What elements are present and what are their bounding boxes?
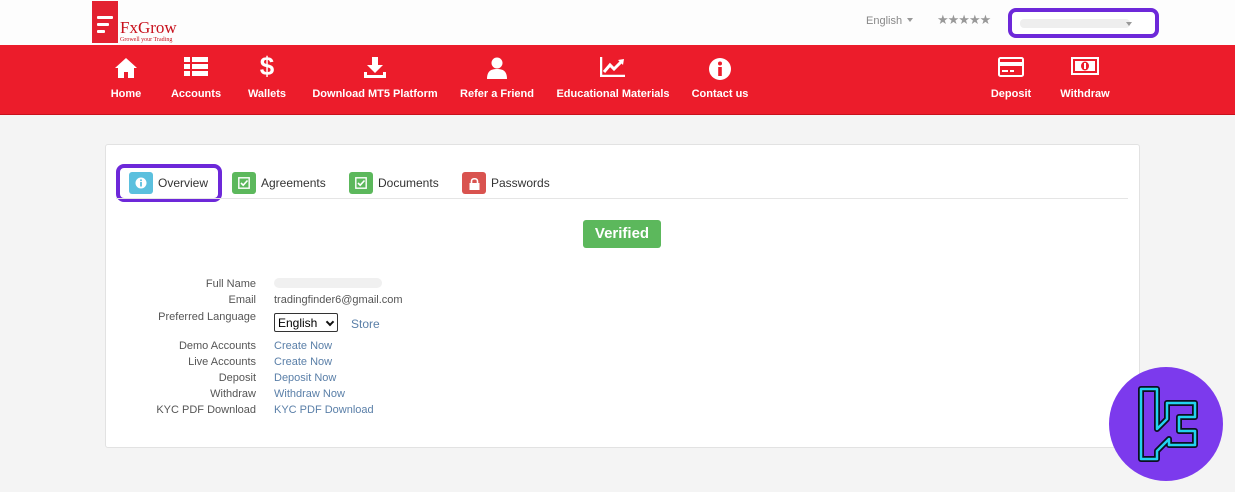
nav-download-mt5[interactable]: Download MT5 Platform	[312, 45, 438, 115]
full-name-value	[274, 278, 382, 288]
info-icon	[129, 172, 153, 194]
brand-tagline: Growell your Trading	[120, 37, 173, 43]
nav-wallets[interactable]: $ Wallets	[245, 45, 289, 115]
email-value: tradingfinder6@gmail.com	[274, 294, 403, 306]
withdraw-now-link[interactable]: Withdraw Now	[274, 388, 345, 400]
fxgrow-logo[interactable]: FxGrow Growell your Trading	[92, 1, 187, 43]
store-language-button[interactable]: Store	[351, 317, 380, 331]
profile-tabs: Overview Agreements Documents Passwords	[106, 145, 1139, 202]
card-icon	[998, 57, 1024, 77]
demo-accounts-create-link[interactable]: Create Now	[274, 340, 332, 352]
money-icon	[1071, 57, 1099, 75]
chevron-down-icon	[907, 18, 914, 22]
demo-accounts-label: Demo Accounts	[178, 340, 256, 352]
nav-label: Educational Materials	[556, 88, 670, 100]
preferred-language-select[interactable]: English	[274, 313, 338, 332]
account-selector-value	[1020, 19, 1130, 28]
deposit-now-link[interactable]: Deposit Now	[274, 372, 336, 384]
tab-label: Documents	[378, 176, 439, 190]
account-selector[interactable]	[1008, 8, 1159, 38]
nav-label: Withdraw	[1060, 88, 1110, 100]
user-icon	[487, 57, 507, 79]
watermark-logo	[1109, 367, 1223, 481]
check-icon	[232, 172, 256, 194]
info-icon	[709, 58, 731, 80]
nav-refer-friend[interactable]: Refer a Friend	[459, 45, 535, 115]
nav-deposit[interactable]: Deposit	[988, 45, 1034, 115]
nav-label: Accounts	[170, 88, 222, 100]
verified-badge: Verified	[583, 220, 661, 248]
logo-mark	[92, 1, 118, 43]
nav-home[interactable]: Home	[105, 45, 147, 115]
brand-name: FxGrow	[120, 18, 177, 37]
live-accounts-label: Live Accounts	[188, 356, 256, 368]
nav-label: Deposit	[990, 88, 1032, 100]
tab-label: Overview	[158, 176, 209, 190]
preferred-language-label: Preferred Language	[158, 311, 256, 323]
language-switcher[interactable]: English	[866, 15, 914, 27]
chart-icon	[600, 57, 625, 77]
rating-stars: ★★★★★	[937, 12, 991, 27]
language-label: English	[866, 15, 903, 27]
tabs-divider	[116, 198, 1128, 199]
check-icon	[349, 172, 373, 194]
main-nav: Home Accounts $ Wallets Download MT5 Pla…	[0, 45, 1235, 115]
full-name-label: Full Name	[205, 278, 256, 290]
home-icon	[115, 58, 137, 78]
nav-accounts[interactable]: Accounts	[168, 45, 224, 115]
nav-label: Refer a Friend	[460, 88, 534, 100]
email-label: Email	[228, 294, 256, 306]
chevron-down-icon	[1126, 22, 1132, 26]
download-icon	[364, 57, 386, 78]
chevron-down-icon	[325, 317, 335, 327]
tab-overview[interactable]: Overview	[129, 171, 208, 195]
withdraw-label: Withdraw	[210, 388, 256, 400]
dollar-icon: $	[259, 51, 275, 81]
list-icon	[184, 57, 208, 76]
tab-agreements[interactable]: Agreements	[232, 171, 326, 195]
nav-label: Contact us	[691, 88, 749, 100]
nav-label: Download MT5 Platform	[312, 88, 438, 100]
nav-educational-materials[interactable]: Educational Materials	[556, 45, 670, 115]
tab-label: Passwords	[491, 176, 550, 190]
live-accounts-create-link[interactable]: Create Now	[274, 356, 332, 368]
tab-label: Agreements	[261, 176, 326, 190]
profile-panel: Overview Agreements Documents Passwords …	[105, 144, 1140, 448]
tab-passwords[interactable]: Passwords	[462, 171, 550, 195]
preferred-language-value: English	[278, 316, 318, 330]
top-header: FxGrow Growell your Trading English ★★★★…	[0, 0, 1235, 45]
kyc-label: KYC PDF Download	[156, 404, 256, 416]
deposit-label: Deposit	[218, 372, 256, 384]
lock-icon	[462, 172, 486, 194]
nav-label: Wallets	[247, 88, 287, 100]
kyc-download-link[interactable]: KYC PDF Download	[274, 404, 374, 416]
nav-label: Home	[110, 88, 142, 100]
nav-withdraw[interactable]: Withdraw	[1056, 45, 1114, 115]
watermark-mark-icon	[1138, 386, 1198, 462]
nav-contact-us[interactable]: Contact us	[690, 45, 750, 115]
tab-documents[interactable]: Documents	[349, 171, 439, 195]
